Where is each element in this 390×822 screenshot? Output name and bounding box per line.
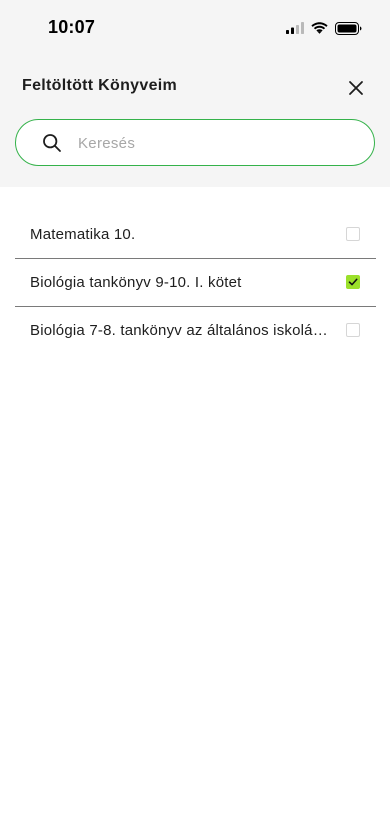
status-bar: 10:07 <box>0 0 390 54</box>
book-title: Biológia 7-8. tankönyv az általános isko… <box>30 322 330 339</box>
book-list-item[interactable]: Matematika 10. <box>15 211 376 259</box>
close-button[interactable] <box>344 76 368 100</box>
search-input[interactable] <box>76 120 360 166</box>
book-checkbox[interactable] <box>346 323 360 337</box>
book-list-item[interactable]: Biológia tankönyv 9-10. I. kötet <box>15 259 376 307</box>
book-title: Matematika 10. <box>30 226 136 243</box>
book-title: Biológia tankönyv 9-10. I. kötet <box>30 274 242 291</box>
book-checkbox[interactable] <box>346 227 360 241</box>
checkmark-icon <box>348 278 358 286</box>
status-time: 10:07 <box>48 17 96 37</box>
book-list-item[interactable]: Biológia 7-8. tankönyv az általános isko… <box>15 307 376 354</box>
book-checkbox[interactable] <box>346 275 360 289</box>
uploaded-books-screen: 10:07 Feltöltött Könyveim Keresés Matema… <box>0 0 390 822</box>
close-icon[interactable] <box>348 80 364 96</box>
search-icon <box>43 134 61 152</box>
status-icons <box>286 20 362 36</box>
page-title: Feltöltött Könyveim <box>22 77 178 94</box>
battery-icon <box>335 21 362 35</box>
cellular-signal-icon <box>286 22 304 34</box>
search-bar[interactable] <box>15 119 375 166</box>
top-area: 10:07 Feltöltött Könyveim Keresés <box>0 0 390 187</box>
wifi-icon <box>311 22 328 34</box>
book-list: Matematika 10. Biológia tankönyv 9-10. I… <box>15 211 376 354</box>
header: Feltöltött Könyveim <box>0 64 390 112</box>
